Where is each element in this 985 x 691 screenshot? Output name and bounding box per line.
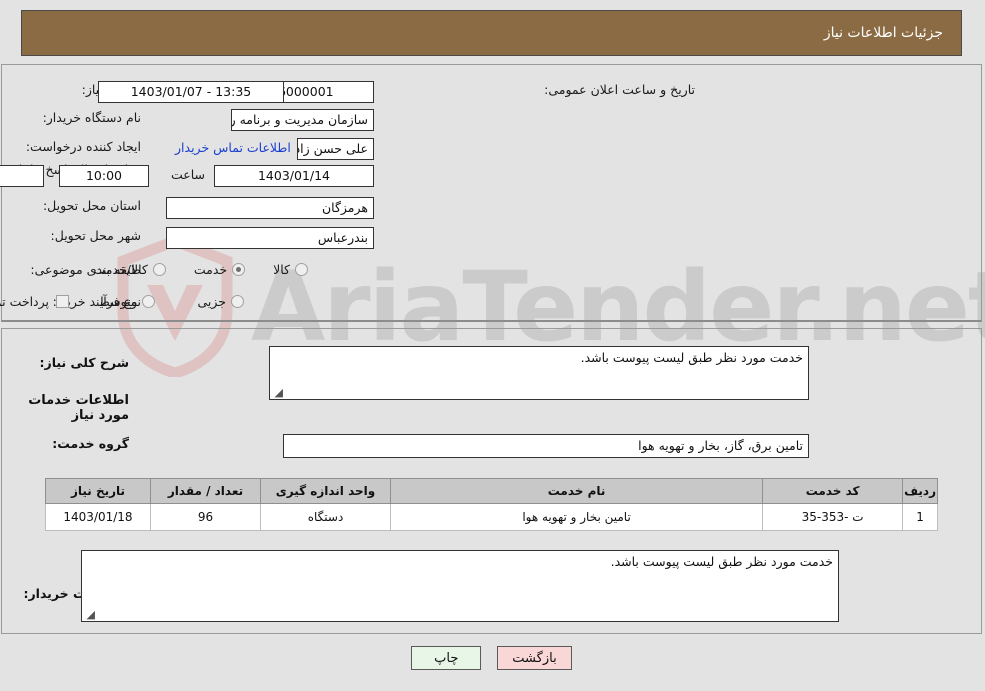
services-heading: اطلاعات خدمات مورد نیاز (29, 393, 130, 423)
process-option-label: جزیی (198, 294, 227, 309)
process-option-jozei[interactable]: جزیی (198, 294, 245, 309)
city-value: بندرعباس (167, 227, 375, 249)
radio-icon[interactable] (153, 263, 167, 276)
creator-value: علی حسن زاده قلعه قاضی کارشناس انفورماتی… (298, 138, 375, 160)
cell-unit: دستگاه (261, 503, 392, 531)
province-value: هرمزگان (167, 197, 375, 219)
service-group-label: گروه خدمت: (53, 436, 130, 451)
resize-grip-icon[interactable]: ◢ (273, 387, 284, 398)
days-remaining-value: 6 (0, 165, 45, 187)
resize-grip-icon[interactable]: ◢ (85, 609, 96, 620)
page-title: جزئیات اطلاعات نیاز (824, 25, 944, 41)
buyer-org-value: سازمان مدیریت و برنامه ریزی استان هرمزگا… (232, 109, 375, 131)
general-desc-label: شرح کلی نیاز: (40, 355, 130, 370)
radio-icon[interactable] (232, 295, 245, 308)
cell-quantity: 96 (151, 503, 262, 531)
footer-button-bar: بازگشت چاپ (0, 646, 985, 670)
radio-icon[interactable] (296, 263, 309, 276)
process-option-motavaset[interactable]: متوسط (99, 294, 157, 309)
hour-label: ساعت (171, 167, 206, 182)
col-code: کد خدمت (763, 478, 905, 504)
table-header-row: ردیف کد خدمت نام خدمت واحد اندازه گیری ت… (46, 478, 939, 504)
deadline-time-value: 10:00 (60, 165, 150, 187)
col-quantity: تعداد / مقدار (151, 478, 262, 504)
col-index: ردیف (903, 478, 939, 504)
col-date: تاریخ نیاز (46, 478, 152, 504)
radio-icon[interactable] (143, 295, 157, 308)
general-desc-value: خدمت مورد نظر طبق لیست پیوست باشد. (581, 350, 804, 365)
cell-name: تامین بخار و تهویه هوا (390, 503, 765, 531)
category-option-kala-khedmat[interactable]: کالا/خدمت (94, 262, 167, 277)
col-unit: واحد اندازه گیری (261, 478, 392, 504)
services-table: ردیف کد خدمت نام خدمت واحد اندازه گیری ت… (46, 478, 939, 531)
back-button[interactable]: بازگشت (498, 646, 573, 670)
treasury-docs-text: پرداخت تمام یا بخشی از مبلغ خرید،از محل … (0, 294, 50, 309)
category-option-label: خدمت (194, 262, 229, 277)
buyer-contact-link[interactable]: اطلاعات تماس خریدار (176, 140, 292, 155)
buyer-notes-value: خدمت مورد نظر طبق لیست پیوست باشد. (611, 554, 834, 569)
service-group-value: تامین برق، گاز، بخار و تهویه هوا (284, 434, 810, 458)
category-radio-group: کالا خدمت کالا/خدمت (94, 262, 309, 277)
cell-date: 1403/01/18 (46, 503, 152, 531)
category-option-kala[interactable]: کالا (274, 262, 309, 277)
checkbox-icon[interactable] (57, 295, 70, 308)
table-row: 1 ت -353-35 تامین بخار و تهویه هوا دستگا… (46, 503, 939, 531)
cell-index: 1 (903, 503, 939, 531)
col-name: نام خدمت (390, 478, 765, 504)
print-button[interactable]: چاپ (412, 646, 483, 670)
process-radio-group: جزیی متوسط (99, 294, 245, 309)
radio-icon[interactable] (233, 263, 247, 276)
deadline-date-value: 1403/01/14 (215, 165, 375, 187)
general-desc-textarea[interactable]: خدمت مورد نظر طبق لیست پیوست باشد. ◢ (270, 346, 810, 400)
cell-code: ت -353-35 (763, 503, 905, 531)
buyer-notes-textarea[interactable]: خدمت مورد نظر طبق لیست پیوست باشد. ◢ (82, 550, 840, 622)
category-option-khedmat[interactable]: خدمت (194, 262, 247, 277)
category-option-label: کالا (274, 262, 291, 277)
category-option-label: کالا/خدمت (94, 262, 149, 277)
window-titlebar: جزئیات اطلاعات نیاز (22, 10, 963, 56)
public-announce-value: 13:35 - 1403/01/07 (99, 81, 285, 103)
process-option-label: متوسط (99, 294, 139, 309)
treasury-docs-option[interactable]: پرداخت تمام یا بخشی از مبلغ خرید،از محل … (0, 294, 70, 309)
